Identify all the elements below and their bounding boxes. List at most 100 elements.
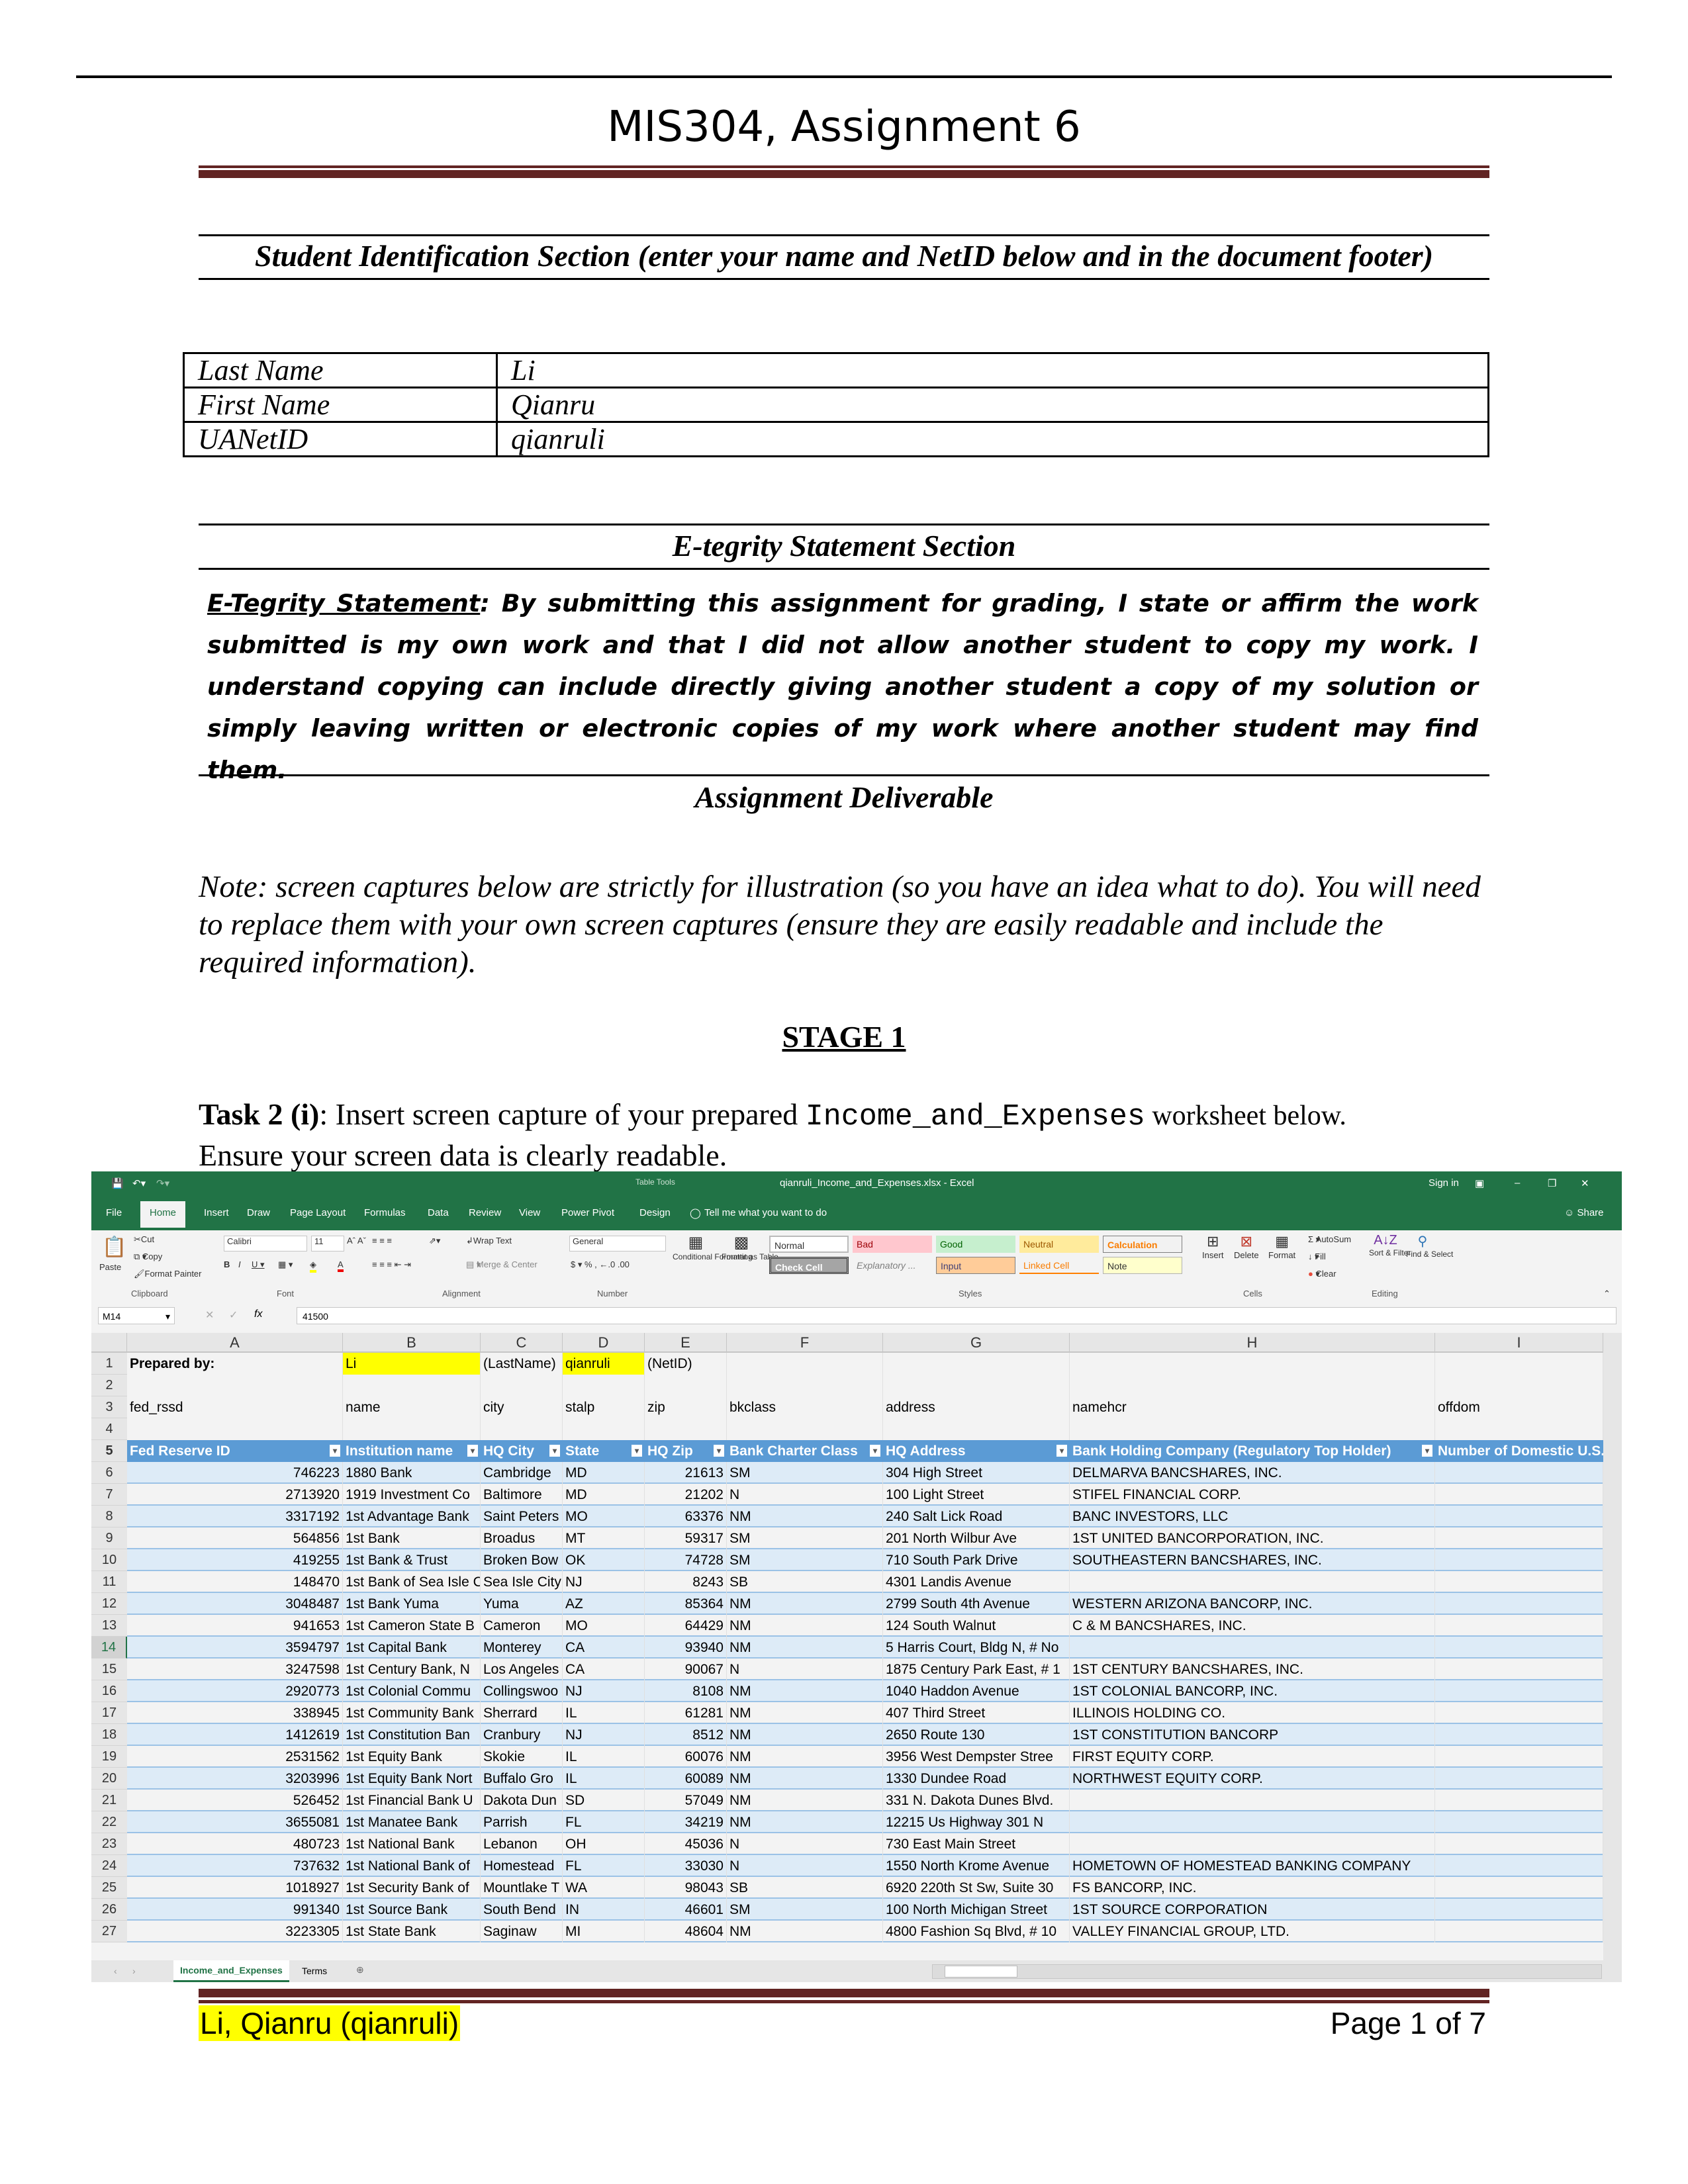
cell[interactable]: Prepared by:	[127, 1353, 343, 1375]
sheet-tab-terms[interactable]: Terms	[295, 1960, 334, 1982]
cell[interactable]: 1st Manatee Bank	[343, 1811, 481, 1833]
table-header-cell[interactable]: HQ Zip ▾	[645, 1440, 727, 1462]
cell[interactable]: NJ	[563, 1724, 645, 1746]
tab-view[interactable]: View	[519, 1207, 540, 1218]
cell[interactable]	[1435, 1899, 1603, 1921]
cell[interactable]: 12215 Us Highway 301 N	[883, 1811, 1070, 1833]
cell[interactable]: N	[727, 1484, 883, 1506]
cell[interactable]: Sea Isle City	[481, 1571, 563, 1593]
font-color-icon[interactable]: A	[338, 1259, 344, 1272]
horizontal-scrollbar[interactable]	[932, 1964, 1602, 1979]
cell[interactable]: Homestead	[481, 1855, 563, 1877]
cell[interactable]: NM	[727, 1680, 883, 1702]
cell[interactable]: 1st National Bank	[343, 1833, 481, 1855]
orientation-icon[interactable]: ⇗▾	[429, 1236, 440, 1246]
cell[interactable]: 1st Source Bank	[343, 1899, 481, 1921]
cell[interactable]: 419255	[127, 1549, 343, 1571]
cell[interactable]: Mountlake T	[481, 1877, 563, 1899]
cell[interactable]: 3317192	[127, 1506, 343, 1527]
cell[interactable]: Broadus	[481, 1527, 563, 1549]
cell[interactable]: IN	[563, 1899, 645, 1921]
row-header[interactable]: 25	[91, 1877, 127, 1899]
cell[interactable]	[1435, 1702, 1603, 1724]
increase-font-icon[interactable]: Aˆ Aˇ	[347, 1236, 366, 1246]
cell[interactable]: 338945	[127, 1702, 343, 1724]
cell[interactable]: 941653	[127, 1615, 343, 1637]
enter-icon[interactable]: ✓	[229, 1308, 238, 1322]
cell[interactable]: 148470	[127, 1571, 343, 1593]
underline-button[interactable]: U ▾	[252, 1259, 265, 1270]
cell[interactable]: Saginaw	[481, 1921, 563, 1942]
cell[interactable]	[1070, 1637, 1435, 1659]
cell[interactable]: (NetID)	[645, 1353, 727, 1375]
cell[interactable]: 85364	[645, 1593, 727, 1615]
table-header-cell[interactable]: Bank Charter Class ▾	[727, 1440, 883, 1462]
cell[interactable]: OK	[563, 1549, 645, 1571]
row-header[interactable]: 17	[91, 1702, 127, 1724]
sort-filter-button[interactable]: A↓Z Sort & Filter	[1369, 1233, 1411, 1257]
save-icon[interactable]: 💾	[111, 1177, 124, 1189]
cell[interactable]: MO	[563, 1615, 645, 1637]
cell[interactable]	[1435, 1506, 1603, 1527]
cell[interactable]: Buffalo Gro	[481, 1768, 563, 1790]
autosum-button[interactable]: Σ AutoSum ▾	[1308, 1234, 1351, 1245]
name-box[interactable]: M14 ▾	[98, 1307, 175, 1324]
cell[interactable]: NM	[727, 1702, 883, 1724]
conditional-formatting-button[interactable]: ▦ Conditional Formatting	[673, 1233, 753, 1261]
table-header-cell[interactable]: State ▾	[563, 1440, 645, 1462]
row-header[interactable]: 24	[91, 1855, 127, 1877]
row-header[interactable]: 4	[91, 1418, 127, 1440]
copy-button[interactable]: ⧉ Copy ▾	[134, 1251, 162, 1262]
cell[interactable]	[727, 1353, 883, 1375]
cell[interactable]: 1st Bank & Trust	[343, 1549, 481, 1571]
function-icon[interactable]: fx	[254, 1308, 262, 1320]
cell[interactable]: Cranbury	[481, 1724, 563, 1746]
cell[interactable]	[481, 1418, 563, 1440]
cell[interactable]: 2799 South 4th Avenue	[883, 1593, 1070, 1615]
cell[interactable]: 1st Century Bank, N	[343, 1659, 481, 1680]
cell[interactable]	[1435, 1724, 1603, 1746]
cell[interactable]: 8243	[645, 1571, 727, 1593]
cell[interactable]: 1st State Bank	[343, 1921, 481, 1942]
cell[interactable]: FL	[563, 1855, 645, 1877]
cell[interactable]: 1875 Century Park East, # 1	[883, 1659, 1070, 1680]
cell[interactable]: 1018927	[127, 1877, 343, 1899]
row-header[interactable]: 15	[91, 1659, 127, 1680]
row-header[interactable]: 7	[91, 1484, 127, 1506]
cell[interactable]: SM	[727, 1899, 883, 1921]
redo-icon[interactable]: ↷▾	[156, 1177, 169, 1189]
cell[interactable]	[1435, 1571, 1603, 1593]
cell[interactable]: 4800 Fashion Sq Blvd, # 10	[883, 1921, 1070, 1942]
borders-icon[interactable]: ▦ ▾	[278, 1259, 293, 1270]
cell[interactable]: FL	[563, 1811, 645, 1833]
cell[interactable]	[1435, 1921, 1603, 1942]
cell[interactable]: 1040 Haddon Avenue	[883, 1680, 1070, 1702]
cell[interactable]	[1070, 1418, 1435, 1440]
row-header[interactable]: 18	[91, 1724, 127, 1746]
cell[interactable]: NORTHWEST EQUITY CORP.	[1070, 1768, 1435, 1790]
filter-dropdown-icon[interactable]: ▾	[870, 1445, 880, 1457]
cell[interactable]: Sherrard	[481, 1702, 563, 1724]
cell[interactable]: 74728	[645, 1549, 727, 1571]
cell[interactable]	[343, 1418, 481, 1440]
cell[interactable]: 201 North Wilbur Ave	[883, 1527, 1070, 1549]
column-header-b[interactable]: B	[343, 1333, 481, 1353]
cell[interactable]	[343, 1375, 481, 1396]
row-header[interactable]: 9	[91, 1527, 127, 1549]
horizontal-scroll-thumb[interactable]	[945, 1966, 1017, 1978]
cell[interactable]: Dakota Dun	[481, 1790, 563, 1811]
cell[interactable]: 124 South Walnut	[883, 1615, 1070, 1637]
cell[interactable]: city	[481, 1396, 563, 1418]
format-as-table-button[interactable]: ▩ Format as Table	[722, 1233, 778, 1261]
cell[interactable]: 480723	[127, 1833, 343, 1855]
cell[interactable]: SM	[727, 1527, 883, 1549]
cell[interactable]: 1330 Dundee Road	[883, 1768, 1070, 1790]
cell[interactable]	[727, 1418, 883, 1440]
cell[interactable]: CA	[563, 1659, 645, 1680]
fill-button[interactable]: ↓ Fill ▾	[1308, 1251, 1326, 1262]
cell[interactable]: 60089	[645, 1768, 727, 1790]
cancel-icon[interactable]: ✕	[205, 1308, 214, 1322]
filter-dropdown-icon[interactable]: ▾	[714, 1445, 724, 1457]
cell[interactable]: 1st Financial Bank U	[343, 1790, 481, 1811]
cell[interactable]: DELMARVA BANCSHARES, INC.	[1070, 1462, 1435, 1484]
